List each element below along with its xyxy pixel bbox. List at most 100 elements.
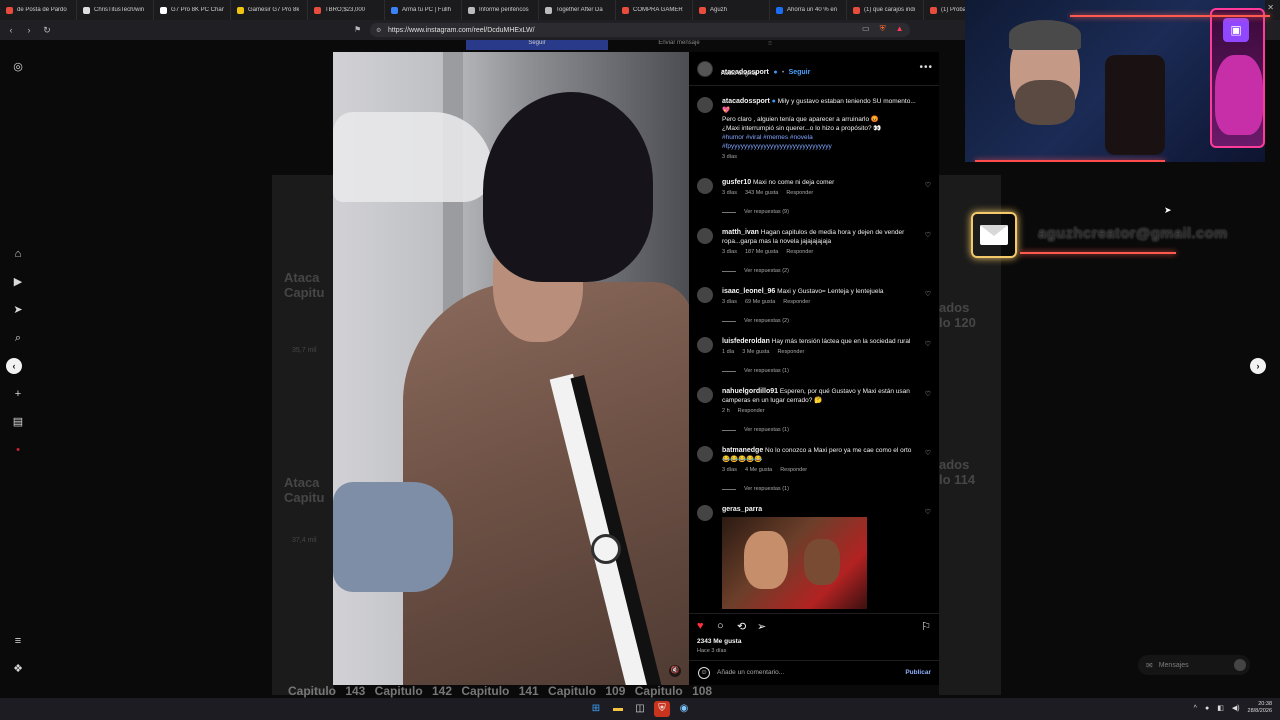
emoji-icon[interactable]: ☺ bbox=[698, 667, 710, 679]
message-strip-button[interactable]: Enviar mensaje bbox=[608, 40, 750, 50]
previous-reel-arrow-icon[interactable]: ‹ bbox=[6, 358, 22, 374]
create-icon[interactable]: + bbox=[11, 387, 25, 401]
caption-username[interactable]: atacadossport bbox=[722, 98, 770, 105]
browser-tab[interactable]: (1) que carajos indi bbox=[847, 0, 924, 20]
comment-input[interactable]: Añade un comentario... bbox=[717, 669, 784, 676]
reload-icon[interactable]: ↻ bbox=[40, 25, 54, 36]
brave-browser-icon[interactable]: ⛨ bbox=[654, 701, 670, 717]
mute-icon[interactable]: 🔇 bbox=[669, 665, 681, 677]
browser-tab[interactable]: TBRO;$23,000 bbox=[308, 0, 385, 20]
comment-icon[interactable]: ○ bbox=[717, 620, 724, 632]
comment-gif[interactable] bbox=[722, 517, 867, 609]
rewards-icon[interactable]: ▲ bbox=[896, 24, 904, 34]
comment-avatar[interactable] bbox=[697, 287, 713, 303]
more-strip-icon[interactable]: ⁝⁝ bbox=[750, 40, 790, 50]
comment-like-icon[interactable]: ♡ bbox=[925, 449, 931, 457]
comment-likes[interactable]: 69 Me gusta bbox=[745, 299, 775, 305]
volume-icon[interactable]: ◀) bbox=[1232, 704, 1240, 712]
comment-avatar[interactable] bbox=[697, 178, 713, 194]
comment-avatar[interactable] bbox=[697, 446, 713, 462]
comment-username[interactable]: matth_ivan bbox=[722, 229, 759, 236]
browser-tab[interactable]: Together After Da bbox=[539, 0, 616, 20]
reply-button[interactable]: Responder bbox=[738, 408, 765, 414]
reply-button[interactable]: Responder bbox=[786, 249, 813, 255]
comment-like-icon[interactable]: ♡ bbox=[925, 290, 931, 298]
network-icon[interactable]: ◧ bbox=[1217, 704, 1224, 712]
background-reel-tile[interactable]: Ataca Capitu 37,4 mil bbox=[272, 365, 334, 555]
caption-hashtags-line2[interactable]: #fpyyyyyyyyyyyyyyyyyyyyyyyyyyyyyyy bbox=[722, 143, 832, 150]
store-icon[interactable]: ◫ bbox=[632, 701, 648, 717]
direct-messages-icon[interactable]: ➤ bbox=[11, 303, 25, 317]
back-icon[interactable]: ‹ bbox=[4, 25, 18, 35]
browser-tab[interactable]: Informe periféricos bbox=[462, 0, 539, 20]
view-replies[interactable]: Ver respuestas (9) bbox=[722, 208, 917, 217]
comment-avatar[interactable] bbox=[697, 337, 713, 353]
background-reel-tile[interactable] bbox=[272, 555, 334, 695]
search-icon[interactable]: ⌕ bbox=[11, 331, 25, 345]
browser-tab[interactable]: ChrisTitusTech/win bbox=[77, 0, 154, 20]
comment-like-icon[interactable]: ♡ bbox=[925, 390, 931, 398]
comment-like-icon[interactable]: ♡ bbox=[925, 340, 931, 348]
follow-button[interactable]: Seguir bbox=[789, 69, 811, 76]
view-replies[interactable]: Ver respuestas (1) bbox=[722, 426, 917, 435]
dashboard-icon[interactable]: ▤ bbox=[11, 415, 25, 429]
reply-button[interactable]: Responder bbox=[777, 349, 804, 355]
steam-icon[interactable]: ◉ bbox=[676, 701, 692, 717]
instagram-logo-icon[interactable]: ◎ bbox=[11, 60, 25, 74]
reply-button[interactable]: Responder bbox=[786, 190, 813, 196]
next-reel-arrow-icon[interactable]: › bbox=[1250, 358, 1266, 374]
bookmark-icon[interactable]: ⚑ bbox=[354, 25, 361, 34]
url-field[interactable]: ⚙ https://www.instagram.com/reel/DcduMHE… bbox=[370, 23, 910, 37]
comment-like-icon[interactable]: ♡ bbox=[925, 231, 931, 239]
browser-tab[interactable]: Ahorra un 40 % en bbox=[770, 0, 847, 20]
comment-like-icon[interactable]: ♡ bbox=[925, 508, 931, 516]
browser-tab[interactable]: Aguzh bbox=[693, 0, 770, 20]
browser-tab[interactable]: G7 Pro 8K PC Cham bbox=[154, 0, 231, 20]
comment-likes[interactable]: 4 Me gusta bbox=[745, 467, 772, 473]
brave-shield-icon[interactable]: ⛨ bbox=[880, 24, 886, 34]
browser-tab[interactable]: Armá tu PC | Fullh bbox=[385, 0, 462, 20]
site-info-icon[interactable]: ⚙ bbox=[376, 27, 381, 34]
reply-button[interactable]: Responder bbox=[783, 299, 810, 305]
repost-icon[interactable]: ⟲ bbox=[737, 620, 746, 633]
comment-avatar[interactable] bbox=[697, 228, 713, 244]
background-reel-tile[interactable]: Ataca Capitu 35,7 mil bbox=[272, 175, 334, 365]
comment-likes[interactable]: 3 Me gusta bbox=[742, 349, 769, 355]
publish-button[interactable]: Publicar bbox=[905, 669, 931, 676]
comment-username[interactable]: geras_parra bbox=[722, 506, 762, 513]
more-options-icon[interactable]: ••• bbox=[919, 62, 933, 73]
comment-username[interactable]: luisfederoldan bbox=[722, 338, 770, 345]
also-from-meta-icon[interactable]: ❖ bbox=[11, 662, 25, 676]
background-reel-tile[interactable]: ados lo 114 bbox=[939, 365, 1001, 555]
view-replies[interactable]: Ver respuestas (2) bbox=[722, 267, 917, 276]
forward-icon[interactable]: › bbox=[22, 25, 36, 35]
clock[interactable]: 20:38 28/8/2026 bbox=[1248, 701, 1272, 715]
comments-list[interactable]: atacadossport ● Mily y gustavo estaban t… bbox=[689, 88, 939, 613]
comment-username[interactable]: gusfer10 bbox=[722, 179, 751, 186]
comment-likes[interactable]: 343 Me gusta bbox=[745, 190, 778, 196]
comment-username[interactable]: batmanedge bbox=[722, 447, 763, 454]
browser-tab[interactable]: de Posta de Pardo bbox=[0, 0, 77, 20]
comment-username[interactable]: isaac_leonel_96 bbox=[722, 288, 775, 295]
author-avatar[interactable] bbox=[697, 97, 713, 113]
microphone-icon[interactable]: ● bbox=[1205, 705, 1209, 712]
tray-overflow-icon[interactable]: ^ bbox=[1194, 705, 1197, 712]
reply-button[interactable]: Responder bbox=[780, 467, 807, 473]
view-replies[interactable]: Ver respuestas (2) bbox=[722, 317, 917, 326]
close-window-icon[interactable]: ✕ bbox=[1267, 3, 1274, 12]
share-icon[interactable]: ➢ bbox=[757, 620, 766, 633]
background-reel-tile[interactable] bbox=[939, 555, 1001, 695]
like-heart-icon[interactable]: ♥ bbox=[697, 620, 704, 632]
windows-start-icon[interactable]: ⊞ bbox=[588, 701, 604, 717]
profile-icon[interactable]: • bbox=[11, 443, 25, 457]
comment-like-icon[interactable]: ♡ bbox=[925, 181, 931, 189]
author-avatar[interactable] bbox=[697, 61, 713, 77]
browser-tab[interactable]: Gamesir G7 Pro 8k bbox=[231, 0, 308, 20]
likes-count[interactable]: 2343 Me gusta bbox=[697, 638, 741, 645]
audio-label[interactable]: Audio original bbox=[721, 71, 757, 77]
menu-icon[interactable]: ≡ bbox=[11, 634, 25, 648]
screen-cast-icon[interactable]: ▭ bbox=[862, 24, 870, 34]
comment-likes[interactable]: 187 Me gusta bbox=[745, 249, 778, 255]
view-replies[interactable]: Ver respuestas (1) bbox=[722, 485, 917, 494]
caption-hashtags[interactable]: #humor #viral #memes #novela bbox=[722, 134, 813, 141]
